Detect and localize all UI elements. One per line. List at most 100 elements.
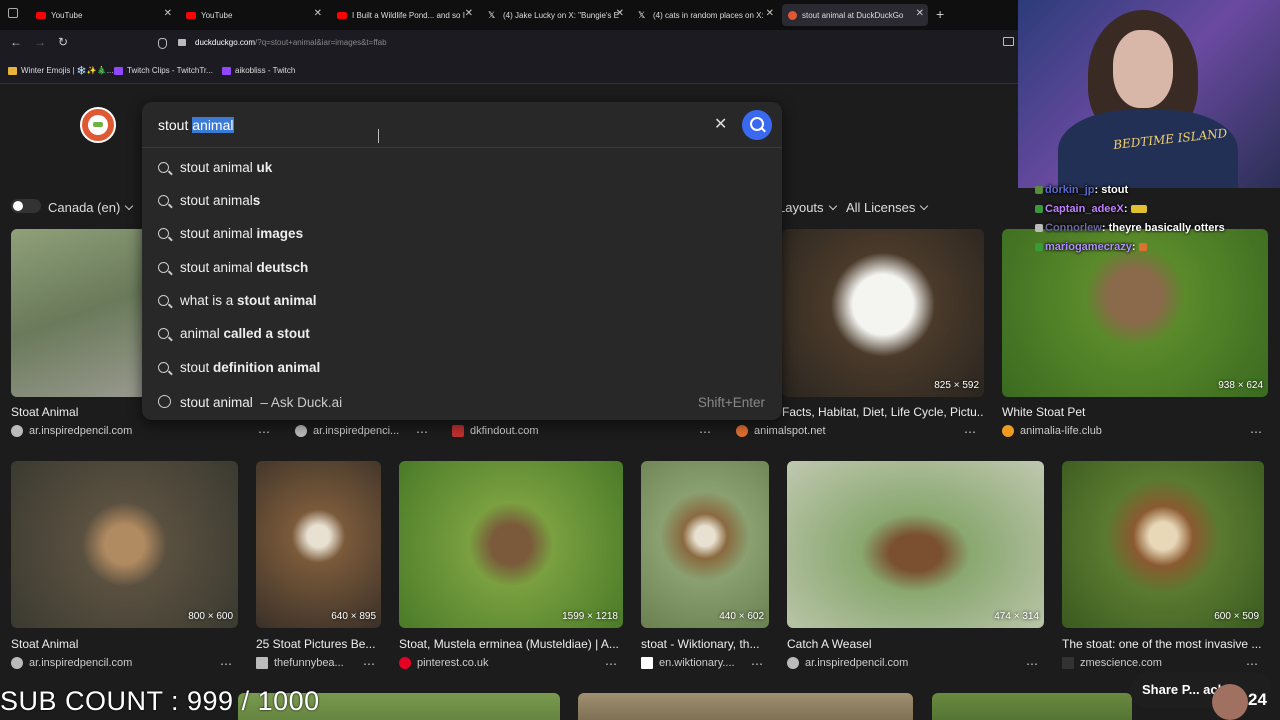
close-tab-icon[interactable]: ✕ (314, 8, 322, 19)
search-button[interactable] (742, 110, 772, 140)
result-source[interactable]: thefunnybea... (256, 657, 356, 669)
result-source[interactable]: animalspot.net (736, 425, 866, 437)
bookmark-aikobliss[interactable]: aikobliss - Twitch (222, 66, 295, 75)
suggestion-item[interactable]: what is a stout animal (142, 285, 782, 317)
close-tab-icon[interactable]: ✕ (164, 8, 172, 19)
duckduckgo-logo[interactable] (80, 107, 116, 143)
suggestion-bold: uk (252, 160, 273, 175)
suggestion-item[interactable]: animal called a stout (142, 318, 782, 350)
more-options-icon[interactable]: ⋯ (1250, 425, 1263, 439)
suggestion-item[interactable]: stout animal deutsch (142, 252, 782, 284)
bookmark-winter-emojis[interactable]: Winter Emojis | ❄️✨🎄... (8, 66, 113, 75)
forward-icon[interactable]: → (34, 35, 46, 49)
result-source[interactable]: en.wiktionary.... (641, 657, 749, 669)
result-source[interactable]: dkfindout.com (452, 425, 562, 437)
more-options-icon[interactable]: ⋯ (363, 657, 376, 671)
tab-cats[interactable]: 𝕏 (4) cats in random places on X: ✕ (632, 4, 778, 26)
image-result[interactable] (578, 693, 913, 720)
source-label: ar.inspiredpencil.com (29, 425, 133, 437)
close-tab-icon[interactable]: ✕ (766, 8, 774, 19)
license-filter[interactable]: All Licenses (846, 200, 929, 215)
site-icon (399, 657, 411, 669)
safe-search-toggle[interactable] (11, 199, 41, 213)
image-result[interactable]: 800 × 600 (11, 461, 238, 628)
region-dropdown[interactable]: Canada (en) (48, 200, 134, 215)
tab-wildlife-pond[interactable]: I Built a Wildlife Pond... and so I ✕ (331, 4, 477, 26)
tab-list-icon[interactable] (8, 8, 18, 18)
image-result[interactable]: 474 × 314 (787, 461, 1044, 628)
close-tab-icon[interactable]: ✕ (465, 8, 473, 19)
suggestion-item[interactable]: stout animal uk (142, 152, 782, 184)
result-source[interactable]: zmescience.com (1062, 657, 1242, 669)
result-source[interactable]: animalia-life.club (1002, 425, 1202, 437)
youtube-icon (36, 11, 46, 19)
shield-icon[interactable] (158, 38, 167, 49)
divider (142, 147, 782, 148)
bookmark-twitch-clips[interactable]: Twitch Clips - TwitchTr... (114, 66, 213, 75)
more-options-icon[interactable]: ⋯ (258, 425, 271, 439)
duckduckgo-icon (788, 10, 797, 20)
image-result[interactable] (932, 693, 1132, 720)
site-icon (11, 425, 23, 437)
image-result[interactable]: 825 × 592 (782, 229, 984, 397)
clear-search-icon[interactable]: ✕ (714, 114, 727, 134)
site-icon (295, 425, 307, 437)
image-result[interactable]: 1599 × 1218 (399, 461, 623, 628)
close-tab-icon[interactable]: ✕ (616, 8, 624, 19)
image-result[interactable]: 640 × 895 (256, 461, 381, 628)
more-options-icon[interactable]: ⋯ (220, 657, 233, 671)
result-title[interactable]: Catch A Weasel (787, 637, 1044, 651)
suggestion-item[interactable]: stout definition animal (142, 352, 782, 384)
result-title[interactable]: Stoat Animal (11, 637, 238, 651)
image-result[interactable]: 600 × 509 (1062, 461, 1264, 628)
more-options-icon[interactable]: ⋯ (1026, 657, 1039, 671)
suggestion-text: stout animal (180, 226, 253, 241)
ask-ai-suggestion[interactable]: stout animal – Ask Duck.ai Shift+Enter (142, 387, 782, 419)
result-source[interactable]: ar.inspiredpencil.com (11, 425, 141, 437)
result-title[interactable]: stoat - Wiktionary, th... (641, 637, 769, 651)
suggestion-item[interactable]: stout animals (142, 185, 782, 217)
more-options-icon[interactable]: ⋯ (1246, 657, 1259, 671)
suggestion-item[interactable]: stout animal images (142, 218, 782, 250)
search-icon (158, 262, 169, 273)
more-options-icon[interactable]: ⋯ (605, 657, 618, 671)
lock-icon[interactable] (178, 39, 186, 46)
search-input[interactable]: stout animal (158, 117, 234, 133)
image-result[interactable]: 440 × 602 (641, 461, 769, 628)
url-domain: duckduckgo.com (195, 38, 256, 47)
address-bar[interactable]: duckduckgo.com/?q=stout+animal&iar=image… (150, 33, 1020, 55)
badge-icon (1035, 224, 1043, 233)
result-title[interactable]: Stoat, Mustela erminea (Musteldiae) | A.… (399, 637, 623, 651)
tab-youtube-1[interactable]: YouTube ✕ (30, 4, 176, 26)
new-tab-icon[interactable]: + (936, 6, 944, 22)
result-source[interactable]: pinterest.co.uk (399, 657, 589, 669)
image-result[interactable] (11, 229, 151, 397)
result-title[interactable]: 25 Stoat Pictures Be... (256, 637, 381, 651)
result-source[interactable]: ar.inspiredpencil.com (11, 657, 211, 669)
result-title[interactable]: The stoat: one of the most invasive ... (1062, 637, 1264, 651)
result-title[interactable]: White Stoat Pet (1002, 405, 1268, 419)
share-feedback-button[interactable]: Share P... ack 24 (1130, 672, 1272, 720)
more-options-icon[interactable]: ⋯ (699, 425, 712, 439)
close-tab-icon[interactable]: ✕ (916, 8, 924, 19)
result-title[interactable]: Stoat Animal (11, 405, 141, 419)
url-text[interactable]: duckduckgo.com/?q=stout+animal&iar=image… (195, 38, 387, 47)
url-path: /?q=stout+animal&iar=images&t=ffab (255, 38, 387, 47)
more-options-icon[interactable]: ⋯ (964, 425, 977, 439)
layout-label: Layouts (778, 200, 824, 215)
tab-jake-lucky[interactable]: 𝕏 (4) Jake Lucky on X: "Bungie's E ✕ (482, 4, 628, 26)
result-title[interactable]: Facts, Habitat, Diet, Life Cycle, Pictu.… (782, 405, 984, 419)
more-options-icon[interactable]: ⋯ (751, 657, 764, 671)
tab-youtube-2[interactable]: YouTube ✕ (180, 4, 326, 26)
back-icon[interactable]: ← (10, 35, 22, 49)
more-options-icon[interactable]: ⋯ (416, 425, 429, 439)
chat-message: Captain_adeeX: (1035, 203, 1280, 222)
tab-duckduckgo[interactable]: stout animal at DuckDuckGo ✕ (782, 4, 928, 26)
chat-username: mariogamecrazy (1045, 241, 1132, 253)
result-source[interactable]: ar.inspiredpencil.com (787, 657, 987, 669)
reload-icon[interactable]: ↻ (58, 35, 68, 49)
result-source[interactable]: ar.inspiredpenci... (295, 425, 405, 437)
suggestion-bold: definition animal (213, 360, 321, 375)
reader-view-icon[interactable] (1003, 37, 1014, 46)
layout-filter[interactable]: Layouts (778, 200, 837, 215)
